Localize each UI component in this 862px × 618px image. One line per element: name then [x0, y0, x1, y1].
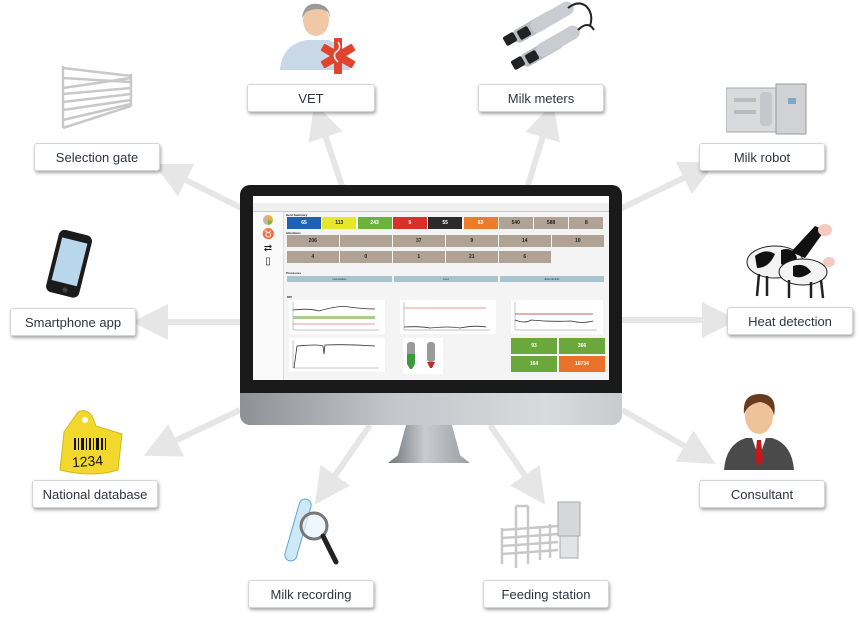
label-heat-detection: Heat detection [727, 307, 853, 335]
label-feeding-station: Feeding station [483, 580, 609, 608]
herd-tile-value: 5 [408, 219, 412, 226]
kpi-tile[interactable]: 366 [559, 338, 605, 354]
ear-tag-number: 1234 [71, 452, 103, 470]
herd-tile-value: 113 [335, 219, 344, 226]
attention-tile-value: 206 [308, 237, 317, 244]
kpi-tile-value: 366 [577, 343, 587, 349]
arrow-to-vet [308, 102, 348, 196]
monitor-bezel: ♉ ⇄ ▯ Herd Summary Attentions Processes … [240, 185, 622, 395]
dashboard-screen: ♉ ⇄ ▯ Herd Summary Attentions Processes … [253, 196, 609, 380]
selection-gate-icon [61, 66, 133, 130]
herd-tile-value: 243 [370, 219, 379, 226]
label-smartphone-app: Smartphone app [10, 308, 136, 336]
herd-tile[interactable]: 113 [322, 217, 357, 229]
monitor-chin [240, 393, 622, 425]
process-external-links[interactable]: External links [500, 276, 604, 282]
sync-arrows-icon[interactable]: ⇄ [262, 243, 274, 254]
cows-icon [746, 224, 835, 299]
attention-tile-value: 21 [468, 253, 475, 260]
kpi-tile-value: 164 [529, 361, 539, 367]
herd-tile[interactable]: 5 [392, 217, 427, 229]
kpi-tile[interactable]: 164 [511, 356, 557, 372]
herd-tile-value: 8 [585, 219, 588, 226]
herd-tile-value: 55 [442, 219, 448, 226]
attention-tile-value: 1 [417, 253, 421, 260]
attention-tile[interactable]: 0 [340, 251, 392, 263]
attention-tile[interactable]: 206 [287, 235, 339, 247]
kpi-tile-value: 93 [531, 343, 537, 349]
herd-tile[interactable]: 588 [534, 217, 569, 229]
smartphone-icon [46, 230, 92, 298]
arrow-to-consultant [620, 407, 716, 464]
herd-tile[interactable]: 243 [357, 217, 392, 229]
attention-tile[interactable]: 37 [393, 235, 445, 247]
section-kpi: KPI [287, 295, 293, 299]
attention-tile-value: 0 [364, 253, 368, 260]
label-vet: VET [247, 84, 375, 112]
label-milk-recording: Milk recording [248, 580, 374, 608]
kpi-tile[interactable]: 16734 [559, 356, 605, 372]
milk-robot-icon [726, 83, 807, 135]
arrow-to-milk-meters [522, 102, 560, 196]
attention-tile[interactable]: 14 [499, 235, 551, 247]
ear-tag-icon: 1234 [59, 410, 123, 475]
attention-tile[interactable] [340, 235, 392, 247]
herd-tile[interactable]: 65 [287, 217, 321, 229]
attention-tile[interactable]: 6 [499, 251, 551, 263]
process-insemination[interactable]: Insemination [287, 276, 392, 282]
consultant-icon [724, 394, 794, 470]
label-milk-robot: Milk robot [699, 143, 825, 171]
attention-tile[interactable]: 1 [393, 251, 445, 263]
pie-chart-icon[interactable] [262, 215, 274, 226]
attention-tile-value: 10 [574, 237, 581, 244]
label-selection-gate: Selection gate [34, 143, 160, 171]
herd-tile[interactable]: 540 [498, 217, 533, 229]
herd-tile[interactable]: 55 [428, 217, 463, 229]
arrow-to-national-database [143, 407, 242, 457]
section-processes: Processes [286, 271, 302, 275]
attention-tile[interactable]: 4 [287, 251, 339, 263]
arrow-to-milk-recording [314, 423, 373, 505]
arrow-to-selection-gate [153, 163, 247, 213]
herd-tile[interactable]: 63 [463, 217, 498, 229]
kpi-tile[interactable]: 93 [511, 338, 557, 354]
label-consultant: Consultant [699, 480, 825, 508]
label-national-database: National database [32, 480, 158, 508]
herd-tile-value: 588 [546, 219, 556, 226]
silo-gauges [403, 338, 443, 374]
attention-tile-value: 14 [521, 237, 528, 244]
kpi-chart-3 [511, 300, 603, 334]
attention-tile[interactable]: 21 [446, 251, 498, 263]
milk-meters-icon [503, 1, 595, 70]
feeding-station-icon [500, 501, 581, 568]
kpi-chart-2 [400, 300, 496, 334]
attention-tile[interactable]: 10 [552, 235, 604, 247]
dashboard-sidebar: ♉ ⇄ ▯ [253, 212, 284, 380]
label-milk-meters: Milk meters [478, 84, 604, 112]
kpi-chart-1 [289, 300, 385, 334]
arrow-to-feeding-station [487, 423, 546, 505]
kpi-tile-value: 16734 [575, 361, 589, 367]
process-feed[interactable]: Feed [394, 276, 498, 282]
herd-tile-value: 540 [511, 219, 520, 226]
monitor: ♉ ⇄ ▯ Herd Summary Attentions Processes … [240, 185, 622, 463]
cow-icon[interactable]: ♉ [262, 229, 274, 240]
toolbar [253, 203, 609, 212]
veterinarian-icon [280, 3, 356, 74]
attention-tile-value: 9 [470, 237, 474, 244]
herd-tile-value: 65 [301, 219, 307, 226]
attention-tile-value: 6 [523, 253, 527, 260]
attention-tile[interactable]: 9 [446, 235, 498, 247]
arrow-to-milk-robot [616, 161, 717, 213]
attention-tile-value: 37 [415, 237, 422, 244]
kpi-chart-4 [289, 338, 385, 372]
test-tube-magnifier-icon [284, 498, 339, 565]
mobile-icon[interactable]: ▯ [262, 256, 274, 267]
herd-tile[interactable]: 8 [569, 217, 604, 229]
herd-tile-value: 63 [477, 219, 484, 226]
attention-tile-value: 4 [311, 253, 315, 260]
